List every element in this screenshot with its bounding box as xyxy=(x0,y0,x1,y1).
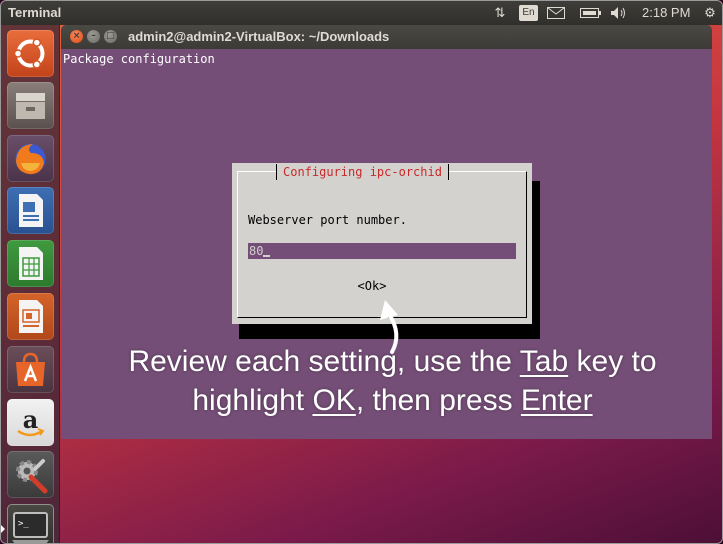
libreoffice-impress-icon[interactable] xyxy=(7,293,54,340)
caption-text: , then press xyxy=(355,384,521,417)
battery-icon[interactable] xyxy=(580,4,602,22)
network-arrows-icon[interactable]: ⇅ xyxy=(491,4,509,22)
terminal-titlebar[interactable]: × – □ admin2@admin2-VirtualBox: ~/Downlo… xyxy=(61,25,712,49)
maximize-icon: □ xyxy=(106,31,115,41)
close-button[interactable]: × xyxy=(70,30,83,43)
running-app-indicator xyxy=(1,525,5,533)
caption-line-1: Review each setting, use the Tab key to xyxy=(61,342,722,381)
svg-text:>_: >_ xyxy=(18,519,29,529)
volume-icon[interactable] xyxy=(610,4,630,22)
system-settings-icon[interactable] xyxy=(7,451,54,498)
maximize-button[interactable]: □ xyxy=(104,30,117,43)
software-center-icon[interactable] xyxy=(7,346,54,393)
screen: Terminal ⇅ En 2:18 PM ⚙ a >_ × – □ admin… xyxy=(0,0,723,544)
instruction-caption: Review each setting, use the Tab key to … xyxy=(61,342,722,420)
libreoffice-writer-icon[interactable] xyxy=(7,187,54,234)
amazon-icon[interactable]: a xyxy=(7,399,54,446)
port-input[interactable]: 80 xyxy=(248,243,516,259)
svg-text:a: a xyxy=(23,405,39,434)
minimize-icon: – xyxy=(91,31,96,41)
close-icon: × xyxy=(72,31,81,41)
active-app-title: Terminal xyxy=(8,5,62,20)
minimize-button[interactable]: – xyxy=(87,30,100,43)
terminal-icon[interactable]: >_ xyxy=(7,504,54,543)
settings-gear-icon[interactable]: ⚙ xyxy=(701,4,719,22)
top-panel: Terminal ⇅ En 2:18 PM ⚙ xyxy=(1,1,722,25)
port-input-value: 80 xyxy=(249,244,264,258)
caption-text: Review each setting, use the xyxy=(128,345,520,378)
files-icon[interactable] xyxy=(7,82,54,129)
clock[interactable]: 2:18 PM xyxy=(642,4,692,22)
caption-key-ok: OK xyxy=(312,384,356,417)
firefox-icon[interactable] xyxy=(7,135,54,182)
mail-icon[interactable] xyxy=(547,4,567,22)
window-title: admin2@admin2-VirtualBox: ~/Downloads xyxy=(128,29,390,44)
text-cursor xyxy=(263,255,271,257)
caption-key-enter: Enter xyxy=(520,384,593,417)
terminal-line: Package configuration xyxy=(63,52,215,66)
port-label: Webserver port number. xyxy=(248,213,407,227)
caption-key-tab: Tab xyxy=(519,345,569,378)
ok-button[interactable]: <Ok> xyxy=(352,278,392,294)
launcher: a >_ xyxy=(1,25,60,543)
libreoffice-calc-icon[interactable] xyxy=(7,240,54,287)
dialog-title: Configuring ipc-orchid xyxy=(276,164,449,180)
caption-line-2: highlight OK, then press Enter xyxy=(61,381,722,420)
ubuntu-dash-icon[interactable] xyxy=(7,30,54,77)
caption-text: highlight xyxy=(192,384,313,417)
keyboard-language-indicator[interactable]: En xyxy=(519,5,538,21)
caption-text: key to xyxy=(568,345,657,378)
